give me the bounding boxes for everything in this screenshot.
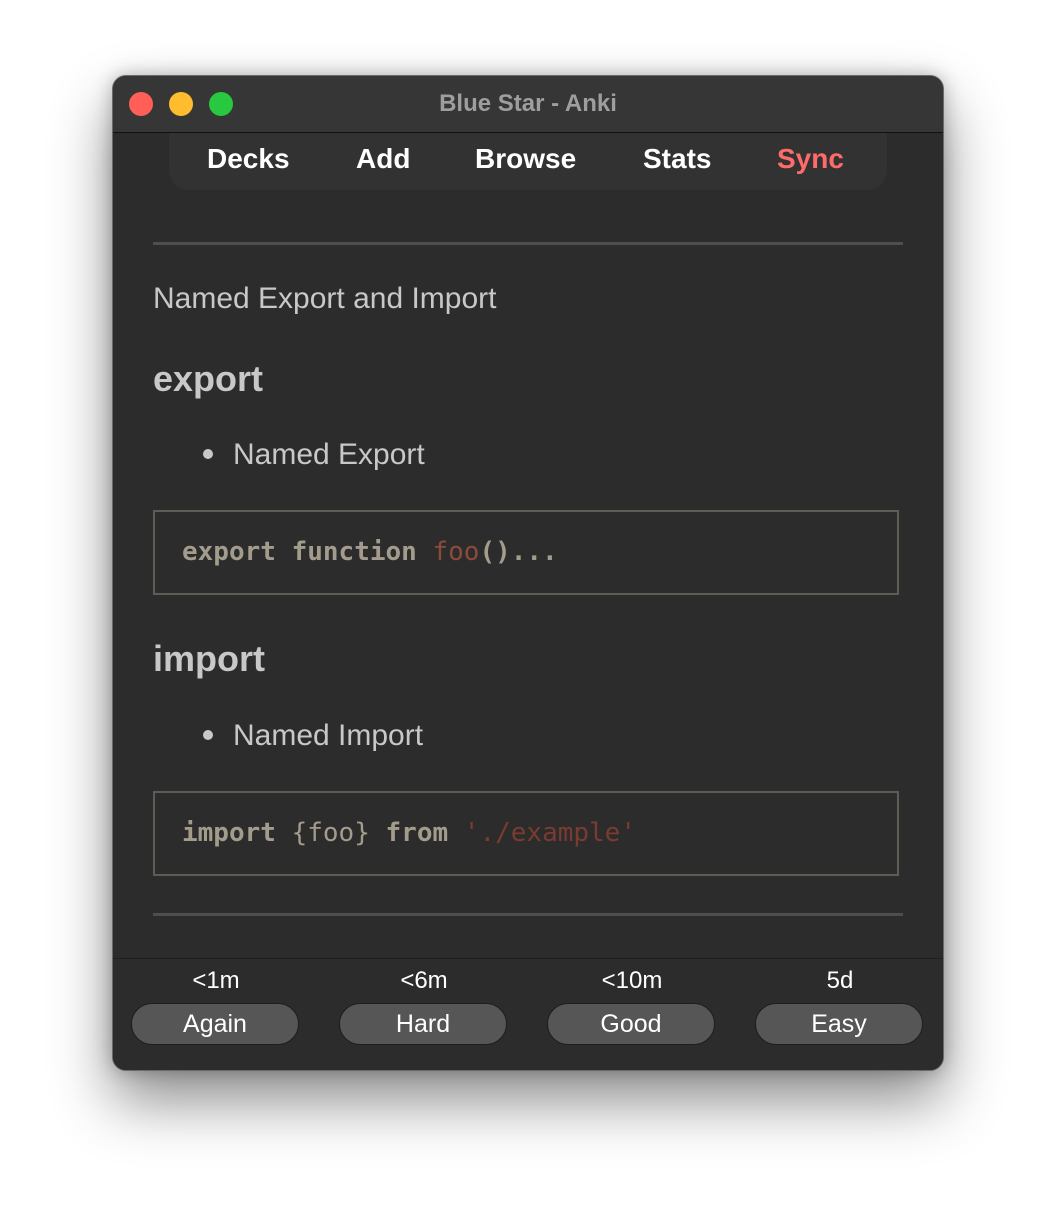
interval-label: <6m (400, 967, 448, 994)
ease-hard: <6m Hard (339, 959, 509, 1045)
bullet-icon (203, 449, 213, 460)
ease-good: <10m Good (547, 959, 717, 1045)
list-item: Named Export (203, 438, 425, 472)
export-heading: export (153, 358, 264, 399)
code-line: import {foo} from './example' (182, 818, 636, 848)
code-keyword: import (182, 818, 276, 848)
window-title: Blue Star - Anki (439, 90, 617, 117)
code-braces: {foo} (291, 818, 370, 848)
code-block-import: import {foo} from './example' (153, 791, 899, 876)
main-toolbar: Decks Add Browse Stats Sync (169, 133, 887, 190)
toolbar-decks[interactable]: Decks (207, 143, 290, 175)
anki-window: Blue Star - Anki Decks Add Browse Stats … (112, 75, 944, 1071)
code-keyword: function (291, 537, 417, 567)
good-button[interactable]: Good (547, 1003, 715, 1045)
toolbar-stats[interactable]: Stats (643, 143, 711, 175)
easy-button[interactable]: Easy (755, 1003, 923, 1045)
interval-label: 5d (826, 967, 854, 994)
code-keyword: from (385, 818, 449, 848)
top-divider (153, 242, 903, 245)
ease-easy: 5d Easy (755, 959, 925, 1045)
interval-label: <10m (601, 967, 663, 994)
again-button[interactable]: Again (131, 1003, 299, 1045)
ease-again: <1m Again (131, 959, 301, 1045)
code-keyword: export (182, 537, 276, 567)
list-item: Named Import (203, 719, 423, 753)
code-rest: ()... (479, 537, 558, 567)
interval-label: <1m (192, 967, 240, 994)
code-function-name: foo (432, 537, 480, 567)
toolbar-sync[interactable]: Sync (777, 143, 844, 175)
bullet-text: Named Import (233, 719, 424, 752)
bullet-icon (203, 730, 213, 741)
toolbar-browse[interactable]: Browse (475, 143, 576, 175)
bottom-divider (153, 913, 903, 916)
import-heading: import (153, 638, 265, 679)
bullet-text: Named Export (233, 438, 425, 471)
code-line: export function foo()... (182, 537, 558, 567)
card-title: Named Export and Import (153, 282, 497, 315)
hard-button[interactable]: Hard (339, 1003, 507, 1045)
toolbar-add[interactable]: Add (356, 143, 410, 175)
code-block-export: export function foo()... (153, 510, 899, 595)
title-bar[interactable]: Blue Star - Anki (113, 76, 943, 133)
answer-bar: <1m Again <6m Hard <10m Good 5d Easy (113, 958, 943, 1070)
code-string: './example' (463, 818, 636, 848)
